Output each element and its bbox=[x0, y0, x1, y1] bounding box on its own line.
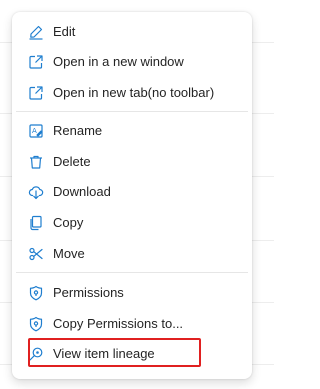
cloud-download-icon bbox=[28, 184, 44, 200]
menu-item-delete[interactable]: Delete bbox=[12, 148, 252, 176]
menu-item-label: Download bbox=[53, 184, 111, 199]
menu-item-move[interactable]: Move bbox=[12, 240, 252, 268]
rename-icon: A bbox=[28, 123, 44, 139]
menu-item-download[interactable]: Download bbox=[12, 178, 252, 206]
menu-divider bbox=[16, 111, 248, 112]
menu-item-copy-permissions[interactable]: Copy Permissions to... bbox=[12, 310, 252, 338]
menu-divider bbox=[16, 272, 248, 273]
open-external-icon bbox=[28, 85, 44, 101]
menu-item-view-lineage[interactable]: View item lineage bbox=[12, 340, 252, 368]
context-menu: Edit Open in a new window Open in new ta… bbox=[12, 12, 252, 379]
menu-item-rename[interactable]: A Rename bbox=[12, 117, 252, 145]
menu-item-open-new-tab[interactable]: Open in new tab(no toolbar) bbox=[12, 79, 252, 107]
svg-text:A: A bbox=[32, 127, 37, 135]
lineage-search-icon bbox=[28, 346, 44, 362]
shield-icon bbox=[28, 285, 44, 301]
copy-icon bbox=[28, 215, 44, 231]
menu-item-permissions[interactable]: Permissions bbox=[12, 279, 252, 307]
pencil-icon bbox=[28, 24, 44, 40]
menu-item-label: Delete bbox=[53, 154, 91, 169]
open-external-icon bbox=[28, 54, 44, 70]
menu-item-label: Move bbox=[53, 246, 85, 261]
menu-item-label: View item lineage bbox=[53, 346, 155, 361]
menu-item-label: Rename bbox=[53, 123, 103, 138]
menu-item-label: Copy bbox=[53, 215, 84, 230]
menu-item-label: Copy Permissions to... bbox=[53, 316, 184, 331]
scissors-icon bbox=[28, 246, 44, 262]
menu-item-edit[interactable]: Edit bbox=[12, 18, 252, 46]
menu-item-label: Open in a new window bbox=[53, 54, 184, 69]
menu-item-copy[interactable]: Copy bbox=[12, 209, 252, 237]
menu-item-open-new-window[interactable]: Open in a new window bbox=[12, 48, 252, 76]
menu-item-label: Open in new tab(no toolbar) bbox=[53, 85, 215, 100]
menu-item-label: Edit bbox=[53, 24, 76, 39]
menu-item-label: Permissions bbox=[53, 285, 124, 300]
trash-icon bbox=[28, 154, 44, 170]
shield-icon bbox=[28, 316, 44, 332]
